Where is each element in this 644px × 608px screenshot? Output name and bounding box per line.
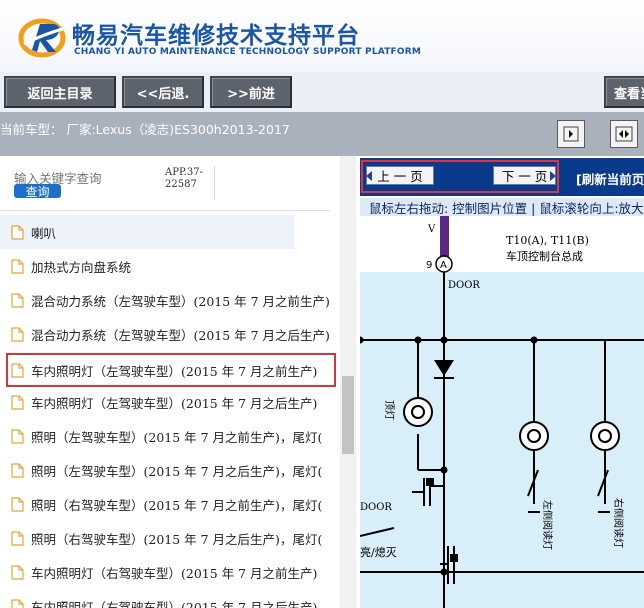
list-item-label: 混合动力系统（左驾驶车型）(2015 年 7 月之后生产) — [31, 327, 330, 343]
viewer-toolbar: 上 一 页 下 一 页 [刷新当前页 — [360, 158, 644, 196]
pin-a-label: A — [440, 260, 447, 271]
pin-9-label: 9 — [426, 260, 432, 271]
list-item-label: 加热式方向盘系统 — [31, 259, 132, 275]
refresh-button[interactable]: [刷新当前页 — [576, 169, 644, 188]
search-button[interactable]: 查询 — [14, 184, 61, 199]
document-icon — [11, 496, 24, 512]
document-icon — [11, 224, 24, 240]
single-pane-button[interactable] — [557, 120, 585, 148]
purple-wire — [440, 216, 449, 258]
list-item[interactable]: 喇叭 — [0, 215, 294, 249]
document-icon — [11, 428, 24, 444]
brand-subtitle: CHANG YI AUTO MAINTENANCE TECHNOLOGY SUP… — [74, 47, 422, 57]
list-item[interactable]: 混合动力系统（左驾驶车型）(2015 年 7 月之后生产) — [0, 317, 340, 351]
scroll-thumb[interactable] — [342, 376, 354, 454]
right-reading-lamp-icon — [590, 421, 620, 451]
list-item-label: 照明（右驾驶车型）(2015 年 7 月之前生产)，尾灯( — [31, 497, 323, 513]
split-pane-button[interactable] — [610, 120, 638, 148]
list-item-label: 照明（左驾驶车型）(2015 年 7 月之前生产)，尾灯( — [31, 429, 323, 445]
current-model: 当前车型： 厂家:Lexus（凌志)ES300h2013-2017 — [0, 122, 290, 137]
model-bar: 当前车型： 厂家:Lexus（凌志)ES300h2013-2017 — [0, 112, 644, 156]
prev-page-label: 上 一 页 — [377, 169, 423, 184]
list-item-label: 喇叭 — [31, 225, 57, 241]
document-icon — [11, 292, 24, 308]
list-item-label: 车内照明灯（左驾驶车型）(2015 年 7 月之前生产) — [31, 363, 318, 379]
back-button[interactable]: <<后退. — [122, 76, 204, 108]
view-button[interactable]: 查看当 — [604, 76, 644, 108]
document-icon — [11, 362, 24, 378]
document-icon — [11, 462, 24, 478]
list-item[interactable]: 照明（左驾驶车型）(2015 年 7 月之后生产)，尾灯( — [0, 453, 340, 487]
viewer-hint: 鼠标左右拖动: 控制图片位置 | 鼠标滚轮向上:放大 — [360, 198, 644, 216]
divider — [0, 210, 330, 211]
list-item[interactable]: 照明（右驾驶车型）(2015 年 7 月之后生产)，尾灯( — [0, 521, 340, 555]
brand-title: 畅易汽车维修技术支持平台 — [72, 23, 360, 49]
arrow-left-icon — [366, 171, 372, 181]
list-item[interactable]: 车内照明灯（右驾驶车型）(2015 年 7 月之后生产) — [0, 589, 340, 608]
connector-label: T10(A), T11(B) — [506, 234, 589, 247]
left-reading-lamp-icon — [519, 421, 549, 451]
list-item[interactable]: 车内照明灯（右驾驶车型）(2015 年 7 月之前生产) — [0, 555, 340, 589]
header: 畅易汽车维修技术支持平台 CHANG YI AUTO MAINTENANCE T… — [0, 0, 644, 72]
toolbar: 返回主目录 <<后退. >>前进 查看当 — [0, 72, 644, 112]
dome-lamp-label: 顶灯 — [383, 400, 395, 420]
forward-button[interactable]: >>前进 — [210, 76, 292, 108]
list-item-label: 车内照明灯（左驾驶车型）(2015 年 7 月之后生产) — [31, 395, 318, 411]
app-code: APP.37-22587 — [165, 167, 203, 190]
module-label: 车顶控制台总成 — [506, 249, 583, 263]
list-item[interactable]: 车内照明灯（左驾驶车型）(2015 年 7 月之后生产) — [0, 385, 340, 419]
document-icon — [11, 530, 24, 546]
wiring-diagram[interactable]: V A 9 T10(A), T11(B) 车顶控制台总成 DOOR 顶灯 左侧阅… — [360, 216, 644, 608]
pin-v-label: V — [427, 224, 436, 235]
document-icon — [11, 326, 24, 342]
right-reading-lamp-label: 右侧阅读灯 — [612, 498, 625, 548]
list-item[interactable]: 照明（左驾驶车型）(2015 年 7 月之前生产)，尾灯( — [0, 419, 340, 453]
scrollbar[interactable] — [340, 156, 356, 608]
next-page-button[interactable]: 下 一 页 — [493, 166, 556, 185]
expand-right-icon — [563, 126, 579, 142]
next-page-label: 下 一 页 — [501, 169, 548, 184]
list-item[interactable]: 混合动力系统（左驾驶车型）(2015 年 7 月之前生产) — [0, 283, 340, 317]
divider — [214, 166, 215, 200]
diagram-viewer: 上 一 页 下 一 页 [刷新当前页 鼠标左右拖动: 控制图片位置 | 鼠标滚轮… — [356, 156, 644, 608]
document-icon — [11, 598, 24, 608]
arrow-right-icon — [550, 171, 556, 181]
left-reading-lamp-label: 左侧阅读灯 — [541, 500, 554, 550]
prev-page-button[interactable]: 上 一 页 — [366, 166, 434, 185]
dome-lamp-icon — [403, 397, 433, 427]
list-item-label: 照明（左驾驶车型）(2015 年 7 月之后生产)，尾灯( — [31, 463, 323, 479]
list-item-label: 混合动力系统（左驾驶车型）(2015 年 7 月之前生产) — [31, 293, 330, 309]
list-item[interactable]: 加热式方向盘系统 — [0, 249, 340, 283]
door-label: DOOR — [448, 280, 480, 291]
list-item-label: 车内照明灯（右驾驶车型）(2015 年 7 月之后生产) — [31, 599, 318, 608]
catalog-panel: 查询 APP.37-22587 喇叭加热式方向盘系统混合动力系统（左驾驶车型）(… — [0, 156, 356, 608]
state-label: 亮/熄灭 — [360, 545, 397, 559]
cy-logo-icon — [18, 18, 67, 58]
list-item[interactable]: 车内照明灯（左驾驶车型）(2015 年 7 月之前生产) — [6, 353, 336, 387]
document-icon — [11, 258, 24, 274]
home-button[interactable]: 返回主目录 — [4, 76, 116, 108]
list-item-label: 照明（右驾驶车型）(2015 年 7 月之后生产)，尾灯( — [31, 531, 323, 547]
list-item[interactable]: 照明（右驾驶车型）(2015 年 7 月之前生产)，尾灯( — [0, 487, 340, 521]
door-label-2: DOOR — [360, 502, 392, 513]
document-icon — [11, 564, 24, 580]
list-item-label: 车内照明灯（右驾驶车型）(2015 年 7 月之前生产) — [31, 565, 318, 581]
document-icon — [11, 394, 24, 410]
split-icon — [615, 126, 633, 142]
